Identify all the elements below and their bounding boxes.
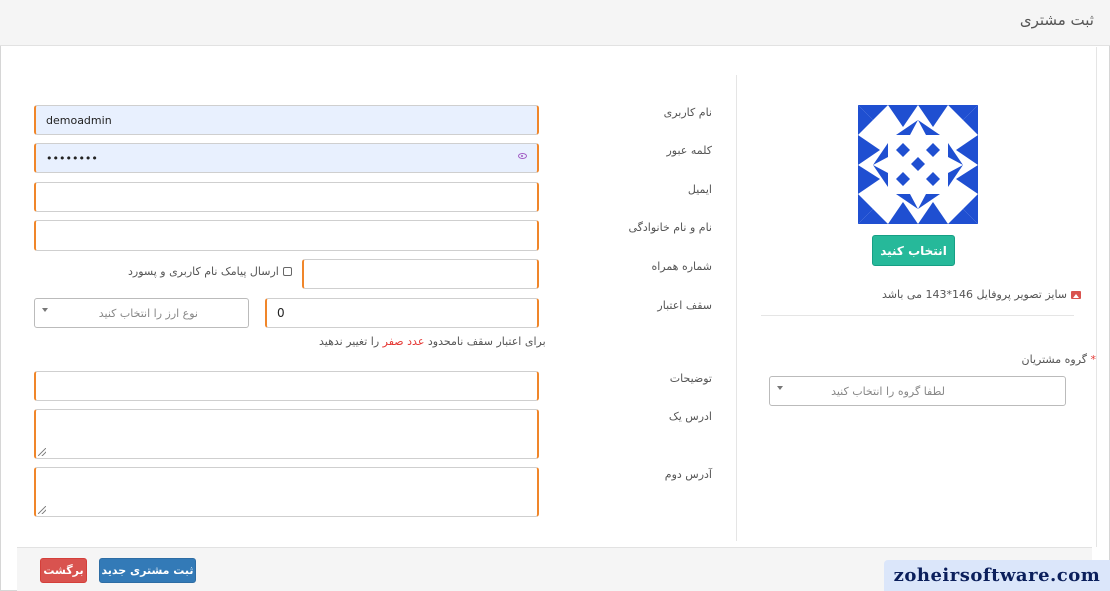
currency-select-placeholder: نوع ارز را انتخاب کنید xyxy=(98,307,198,320)
send-sms-checkbox[interactable] xyxy=(282,267,292,276)
credit-limit-field[interactable] xyxy=(265,298,539,328)
image-icon xyxy=(1071,290,1082,299)
column-divider xyxy=(736,75,737,541)
username-field[interactable] xyxy=(34,105,539,135)
mobile-input[interactable] xyxy=(304,260,537,288)
address2-textarea[interactable] xyxy=(36,468,537,516)
chevron-down-icon xyxy=(777,386,783,390)
credit-limit-input[interactable] xyxy=(267,299,537,327)
customer-group-placeholder: لطفا گروه را انتخاب کنید xyxy=(831,385,945,398)
chevron-down-icon xyxy=(42,308,48,312)
credit-label: سقف اعتبار xyxy=(657,299,712,312)
eye-icon[interactable] xyxy=(518,153,527,159)
page-title: ثبت مشتری xyxy=(1019,11,1094,29)
watermark: zoheirsoftware.com xyxy=(884,560,1110,591)
profile-size-note: سایز تصویر پروفایل 146*143 می باشد xyxy=(882,288,1082,301)
send-sms-option[interactable]: ارسال پیامک نام کاربری و پسورد xyxy=(128,265,292,278)
fullname-input[interactable] xyxy=(36,221,537,250)
right-column-divider xyxy=(761,315,1074,316)
send-sms-label: ارسال پیامک نام کاربری و پسورد xyxy=(128,265,279,278)
address1-label: ادرس یک xyxy=(668,410,712,423)
address2-field[interactable] xyxy=(34,467,539,517)
currency-select[interactable]: نوع ارز را انتخاب کنید xyxy=(34,298,249,328)
customer-group-label-text: گروه مشتریان xyxy=(1021,353,1087,366)
submit-customer-button[interactable]: ثبت مشتری جدید xyxy=(99,558,196,583)
password-field[interactable] xyxy=(34,143,539,173)
password-label: کلمه عبور xyxy=(666,144,712,157)
customer-group-label: * گروه مشتریان xyxy=(1022,353,1096,366)
notes-field[interactable] xyxy=(34,371,539,401)
mobile-label: شماره همراه xyxy=(651,260,712,273)
credit-hint-after: را تغییر ندهید xyxy=(319,335,380,348)
email-label: ایمیل xyxy=(687,183,712,196)
profile-size-text: سایز تصویر پروفایل 146*143 می باشد xyxy=(882,288,1068,301)
right-edge-divider xyxy=(1096,47,1097,547)
address1-field[interactable] xyxy=(34,409,539,459)
credit-hint-highlight: عدد صفر xyxy=(382,335,425,348)
address2-label: آدرس دوم xyxy=(664,468,712,481)
choose-image-button[interactable]: انتخاب کنید xyxy=(872,235,955,266)
profile-avatar xyxy=(858,105,978,224)
username-label: نام کاربری xyxy=(663,106,712,119)
address1-textarea[interactable] xyxy=(36,410,537,458)
customer-group-select[interactable]: لطفا گروه را انتخاب کنید xyxy=(769,376,1066,406)
required-mark: * xyxy=(1090,353,1097,366)
fullname-label: نام و نام خانوادگی xyxy=(628,221,712,234)
password-input[interactable] xyxy=(36,144,537,172)
email-field[interactable] xyxy=(34,182,539,212)
mobile-field[interactable] xyxy=(302,259,539,289)
page-header: ثبت مشتری xyxy=(0,0,1110,46)
back-button[interactable]: برگشت xyxy=(40,558,87,583)
resize-handle-icon[interactable] xyxy=(38,448,46,456)
resize-handle-icon[interactable] xyxy=(38,506,46,514)
email-input[interactable] xyxy=(36,183,537,211)
credit-hint-before: برای اعتبار سقف نامحدود xyxy=(427,335,546,348)
fullname-field[interactable] xyxy=(34,220,539,251)
credit-hint: برای اعتبار سقف نامحدود عدد صفر را تغییر… xyxy=(319,335,546,348)
notes-input[interactable] xyxy=(36,372,537,400)
username-input[interactable] xyxy=(36,106,537,134)
notes-label: توضیحات xyxy=(669,372,712,385)
